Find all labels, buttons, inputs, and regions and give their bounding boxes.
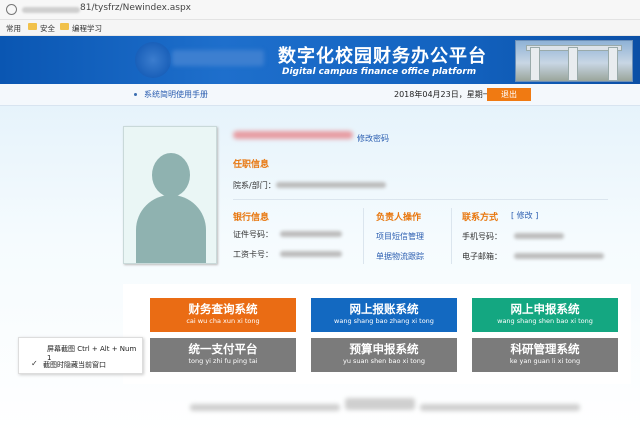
project-sms-link[interactable]: 项目短信管理 bbox=[376, 231, 424, 242]
user-avatar bbox=[123, 126, 217, 264]
phone-blurred bbox=[514, 233, 564, 239]
bookmarks-bar: 常用 安全 编程学习 bbox=[0, 20, 640, 36]
id-number-blurred bbox=[280, 231, 342, 237]
user-name-blurred bbox=[233, 131, 353, 139]
document-tracking-link[interactable]: 单据物流跟踪 bbox=[376, 251, 424, 262]
email-blurred bbox=[514, 253, 604, 259]
url-blurred-host bbox=[22, 7, 80, 13]
footer-blurred bbox=[345, 398, 415, 410]
id-number-label: 证件号码： bbox=[233, 230, 273, 239]
bank-section-title: 银行信息 bbox=[233, 213, 270, 223]
platform-subtitle: Digital campus finance office platform bbox=[282, 67, 477, 77]
header-banner: 数字化校园财务办公平台 Digital campus finance offic… bbox=[0, 36, 640, 84]
online-reimbursement-button[interactable]: 网上报账系统 wang shang bao zhang xi tong bbox=[311, 298, 457, 332]
edit-contact-link[interactable]: [ 修改 ] bbox=[511, 210, 538, 221]
divider bbox=[451, 208, 452, 264]
budget-declaration-button[interactable]: 预算申报系统 yu suan shen bao xi tong bbox=[311, 338, 457, 372]
online-declaration-button[interactable]: 网上申报系统 wang shang shen bao xi tong bbox=[472, 298, 618, 332]
school-name-blurred bbox=[172, 50, 264, 66]
salary-card-label: 工资卡号： bbox=[233, 250, 273, 259]
divider bbox=[363, 208, 364, 264]
bullet-icon bbox=[134, 93, 137, 96]
contact-section-title: 联系方式 bbox=[462, 213, 499, 223]
finance-query-button[interactable]: 财务查询系统 cai wu cha xun xi tong bbox=[150, 298, 296, 332]
school-emblem-icon bbox=[135, 42, 171, 78]
divider bbox=[233, 199, 608, 200]
url-text[interactable]: 81/tysfrz/Newindex.aspx bbox=[80, 3, 191, 13]
department-label: 院系/部门： bbox=[233, 181, 276, 190]
current-date: 2018年04月23日，星期一 bbox=[394, 90, 491, 99]
department-value-blurred bbox=[276, 182, 386, 188]
campus-gate-image bbox=[515, 40, 633, 82]
checkmark-icon: ✓ bbox=[31, 359, 38, 368]
address-bar[interactable]: 81/tysfrz/Newindex.aspx bbox=[0, 0, 640, 20]
email-label: 电子邮箱： bbox=[462, 252, 502, 261]
main-content bbox=[0, 106, 640, 434]
bookmark-common[interactable]: 常用 bbox=[6, 23, 21, 34]
bookmark-security[interactable]: 安全 bbox=[40, 23, 55, 34]
folder-icon bbox=[60, 23, 69, 30]
info-bar: 系统简明使用手册 2018年04月23日，星期一 退出 bbox=[0, 84, 640, 106]
user-manual-link[interactable]: 系统简明使用手册 bbox=[144, 89, 208, 100]
screenshot-popup: 屏幕截图 Ctrl + Alt + Num 1 ✓ 截图时隐藏当前窗口 bbox=[18, 337, 143, 374]
salary-card-blurred bbox=[280, 251, 342, 257]
change-password-link[interactable]: 修改密码 bbox=[357, 133, 389, 144]
research-management-button[interactable]: 科研管理系统 ke yan guan li xi tong bbox=[472, 338, 618, 372]
page-info-icon[interactable] bbox=[6, 4, 17, 15]
footer-blurred bbox=[420, 404, 580, 411]
manager-section-title: 负责人操作 bbox=[376, 213, 422, 223]
platform-title: 数字化校园财务办公平台 bbox=[278, 46, 487, 67]
hide-window-option[interactable]: 截图时隐藏当前窗口 bbox=[43, 360, 106, 370]
folder-icon bbox=[28, 23, 37, 30]
position-section-title: 任职信息 bbox=[233, 160, 270, 170]
phone-label: 手机号码： bbox=[462, 232, 502, 241]
unified-payment-button[interactable]: 统一支付平台 tong yi zhi fu ping tai bbox=[150, 338, 296, 372]
logout-button[interactable]: 退出 bbox=[487, 88, 531, 101]
footer-blurred bbox=[190, 404, 340, 411]
bookmark-programming[interactable]: 编程学习 bbox=[72, 23, 102, 34]
